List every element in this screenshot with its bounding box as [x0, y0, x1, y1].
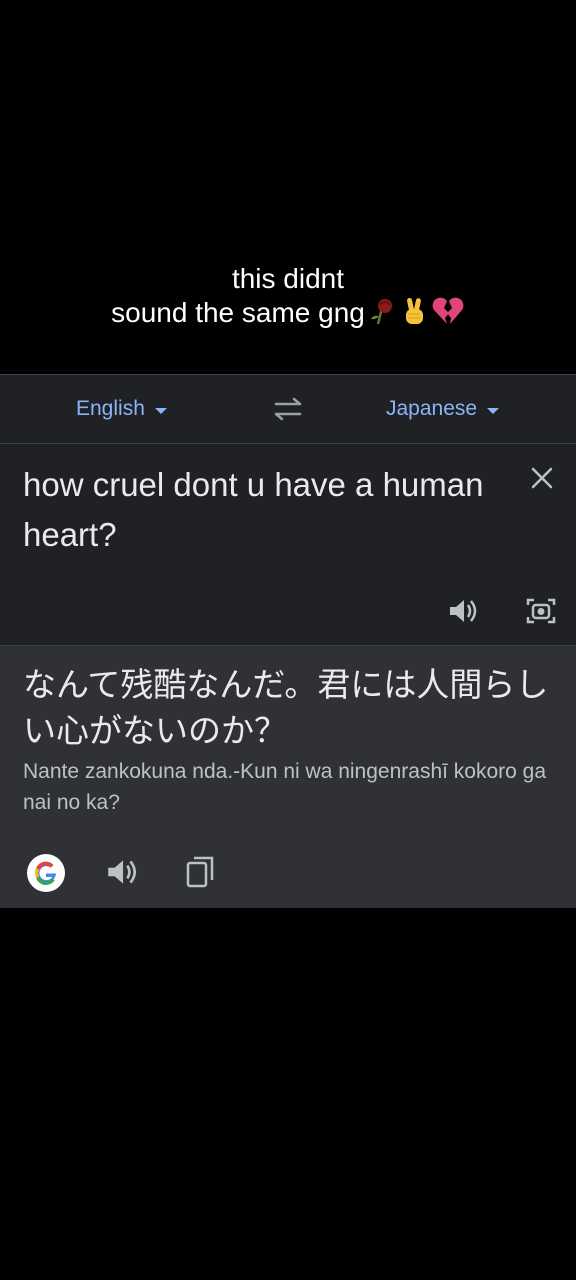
swap-languages-icon[interactable] [270, 395, 306, 423]
source-language-label: English [76, 397, 145, 420]
romanization-text: Nante zankokuna nda.-Kun ni wa ningenras… [23, 760, 547, 814]
broken-heart-emoji-icon [431, 296, 465, 334]
caption-line-2-text: sound the same gng [111, 297, 365, 328]
source-text[interactable]: how cruel dont u have a human heart? [23, 460, 503, 560]
speaker-icon[interactable] [446, 594, 480, 628]
source-panel: how cruel dont u have a human heart? [0, 444, 576, 644]
caption-line-2: sound the same gng [0, 296, 576, 334]
caption-line-1: this didnt [231, 263, 345, 294]
speaker-icon[interactable] [104, 854, 140, 890]
chevron-down-icon [487, 408, 500, 414]
camera-icon[interactable] [524, 594, 558, 628]
video-caption: this didnt sound the same gng [0, 262, 576, 334]
translate-card: English Japanese how cruel dont u have a… [0, 374, 576, 908]
google-logo-icon[interactable] [27, 854, 65, 892]
close-icon[interactable] [528, 464, 556, 492]
translation-panel: なんて残酷なんだ。君には人間らしい心がないのか？ Nante zankokuna… [0, 645, 576, 908]
copy-icon[interactable] [184, 854, 218, 890]
language-bar: English Japanese [0, 375, 576, 444]
victory-hand-emoji-icon [399, 296, 429, 334]
chevron-down-icon [154, 408, 167, 414]
translated-text: なんて残酷なんだ。君には人間らしい心がないのか？ [23, 666, 549, 749]
wilted-rose-emoji-icon [367, 296, 397, 334]
target-language-label: Japanese [386, 397, 478, 420]
target-language-selector[interactable]: Japanese [386, 397, 500, 421]
source-language-selector[interactable]: English [76, 397, 167, 421]
